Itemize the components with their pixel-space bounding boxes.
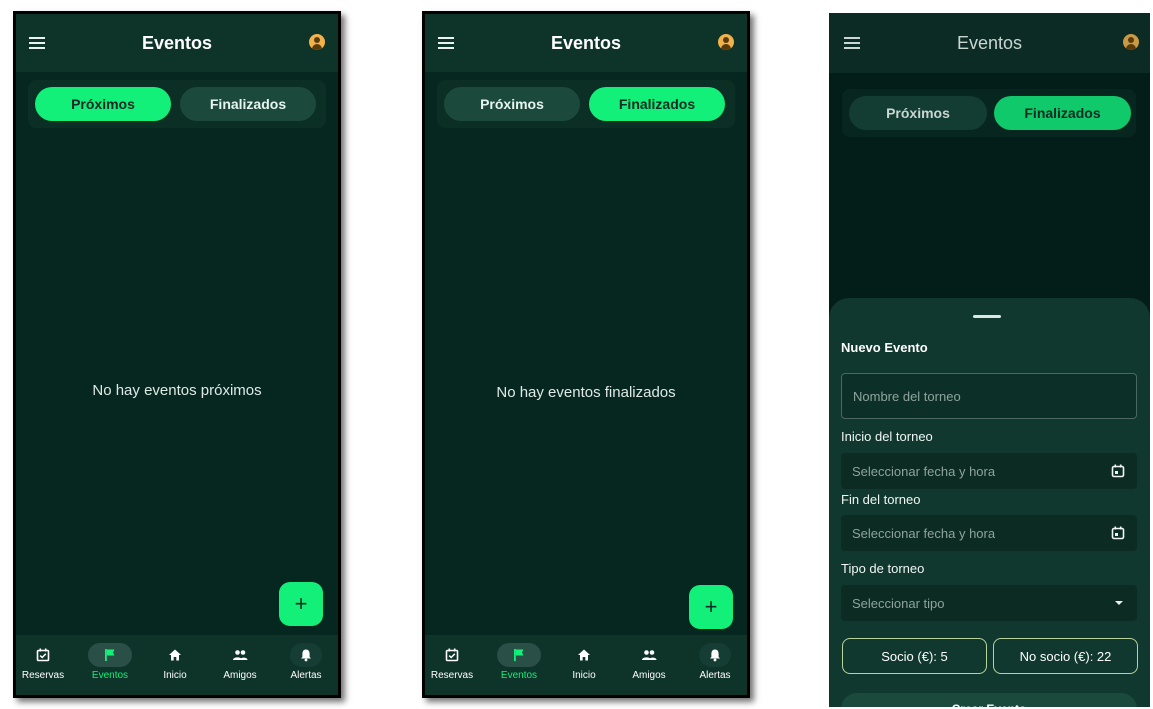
nav-label: Inicio xyxy=(163,670,187,681)
nav-label: Eventos xyxy=(91,670,129,681)
sheet-title: Nuevo Evento xyxy=(841,340,928,355)
phone-screen-upcoming: Eventos Próximos Finalizados No hay even… xyxy=(13,11,341,698)
page-title: Eventos xyxy=(550,33,622,53)
app-bar: Eventos xyxy=(829,13,1150,73)
calendar-icon[interactable] xyxy=(1111,526,1125,540)
bottom-nav: Reservas Eventos Inicio Amigos Alertas xyxy=(425,635,747,695)
calendar-icon[interactable] xyxy=(1111,464,1125,478)
account-icon[interactable] xyxy=(718,34,734,50)
nav-item-reservas[interactable]: Reservas xyxy=(425,643,482,681)
event-tabs: Próximos Finalizados xyxy=(437,80,735,128)
non-member-price-field[interactable]: No socio (€): 22 xyxy=(993,638,1138,674)
create-event-button[interactable]: Crear Evento xyxy=(841,693,1137,707)
account-icon[interactable] xyxy=(1123,34,1139,50)
home-icon xyxy=(562,643,606,667)
input-placeholder: Nombre del torneo xyxy=(853,388,961,404)
start-date-input[interactable]: Seleccionar fecha y hora xyxy=(841,453,1137,489)
nav-item-alertas[interactable]: Alertas xyxy=(276,643,336,681)
non-member-price-text: No socio (€): 22 xyxy=(1019,648,1112,664)
tab-upcoming[interactable]: Próximos xyxy=(849,96,987,130)
nav-label: Amigos xyxy=(223,670,257,681)
plus-icon: + xyxy=(294,591,308,616)
tab-finished[interactable]: Finalizados xyxy=(994,96,1131,130)
nav-item-inicio[interactable]: Inicio xyxy=(554,643,614,681)
tab-finished[interactable]: Finalizados xyxy=(589,87,725,121)
input-placeholder: Seleccionar fecha y hora xyxy=(852,525,996,541)
nav-label: Eventos xyxy=(500,670,538,681)
nav-label: Inicio xyxy=(572,670,596,681)
nav-label: Alertas xyxy=(290,670,322,681)
flag-icon xyxy=(497,643,541,667)
event-tabs: Próximos Finalizados xyxy=(28,80,326,128)
member-price-field[interactable]: Socio (€): 5 xyxy=(842,638,987,674)
empty-message: No hay eventos finalizados xyxy=(496,384,676,401)
people-icon xyxy=(218,643,262,667)
tournament-type-label: Tipo de torneo xyxy=(841,561,925,576)
nav-label: Reservas xyxy=(430,670,474,681)
add-event-button[interactable]: + xyxy=(689,585,733,629)
bottom-nav: Reservas Eventos Inicio Amigos Alertas xyxy=(16,635,338,695)
nav-item-amigos[interactable]: Amigos xyxy=(210,643,270,681)
input-placeholder: Seleccionar fecha y hora xyxy=(852,463,996,479)
end-date-label: Fin del torneo xyxy=(841,492,921,507)
bell-icon xyxy=(699,643,731,667)
nav-item-eventos[interactable]: Eventos xyxy=(80,643,140,681)
nav-label: Amigos xyxy=(632,670,666,681)
nav-item-alertas[interactable]: Alertas xyxy=(685,643,745,681)
app-bar: Eventos xyxy=(16,14,338,72)
nav-item-amigos[interactable]: Amigos xyxy=(619,643,679,681)
home-icon xyxy=(153,643,197,667)
nav-label: Reservas xyxy=(21,670,65,681)
flag-icon xyxy=(88,643,132,667)
account-icon[interactable] xyxy=(309,34,325,50)
plus-icon: + xyxy=(704,594,718,619)
end-date-input[interactable]: Seleccionar fecha y hora xyxy=(841,515,1137,551)
calendar-check-icon xyxy=(21,643,65,667)
nav-label: Alertas xyxy=(699,670,731,681)
page-title: Eventos xyxy=(956,33,1023,53)
page-title: Eventos xyxy=(141,33,213,53)
select-placeholder: Seleccionar tipo xyxy=(852,595,945,611)
tournament-type-select[interactable]: Seleccionar tipo xyxy=(841,585,1137,621)
tournament-name-input[interactable]: Nombre del torneo xyxy=(841,373,1137,419)
dropdown-arrow-icon xyxy=(1115,601,1123,605)
phone-screen-new-event: Eventos Próximos Finalizados Nuevo Event… xyxy=(829,13,1150,707)
empty-message: No hay eventos próximos xyxy=(92,382,262,399)
calendar-check-icon xyxy=(430,643,474,667)
phone-screen-finished: Eventos Próximos Finalizados No hay even… xyxy=(422,11,750,698)
add-event-button[interactable]: + xyxy=(279,582,323,626)
event-tabs: Próximos Finalizados xyxy=(842,89,1136,137)
member-price-text: Socio (€): 5 xyxy=(881,648,948,664)
nav-item-reservas[interactable]: Reservas xyxy=(16,643,73,681)
start-date-label: Inicio del torneo xyxy=(841,429,933,444)
app-bar: Eventos xyxy=(425,14,747,72)
people-icon xyxy=(627,643,671,667)
tab-upcoming[interactable]: Próximos xyxy=(444,87,580,121)
tab-upcoming[interactable]: Próximos xyxy=(35,87,171,121)
tab-finished[interactable]: Finalizados xyxy=(180,87,316,121)
new-event-sheet: Nuevo Evento Nombre del torneo Inicio de… xyxy=(829,298,1150,707)
nav-item-eventos[interactable]: Eventos xyxy=(489,643,549,681)
bell-icon xyxy=(290,643,322,667)
sheet-drag-handle[interactable] xyxy=(973,315,1001,318)
nav-item-inicio[interactable]: Inicio xyxy=(145,643,205,681)
